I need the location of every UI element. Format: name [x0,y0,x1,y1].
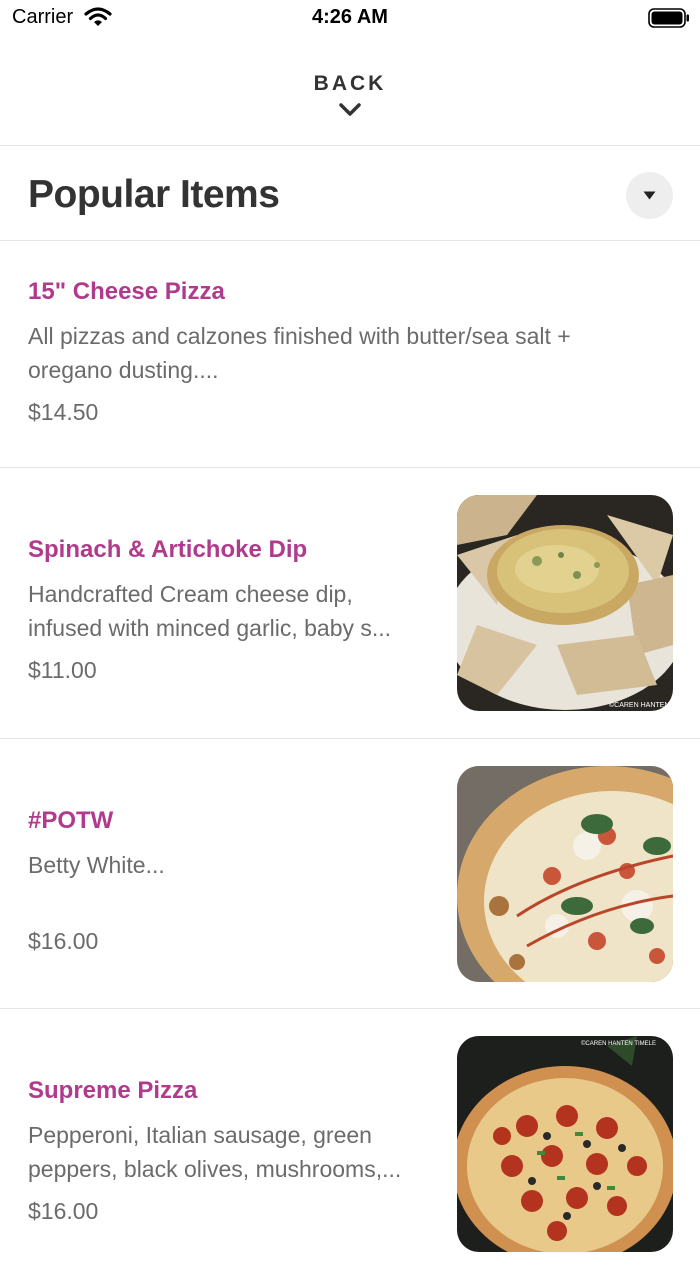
item-name: Supreme Pizza [28,1077,198,1104]
section-header: Popular Items [0,147,700,241]
menu-item[interactable]: 15" Cheese Pizza All pizzas and calzones… [0,241,700,468]
back-label: BACK [313,72,387,95]
item-description: infused with minced garlic, baby s... [28,615,392,641]
item-description: Betty White... [28,852,165,878]
photo-watermark: ©CAREN HANTEN [609,701,669,709]
section-title: Popular Items [28,173,280,216]
caret-down-icon [643,191,656,200]
back-button[interactable]: BACK [0,40,700,146]
item-description: All pizzas and calzones finished with bu… [28,323,571,383]
photo-watermark: ©CAREN HANTEN TIMELE [581,1040,656,1047]
item-price: $11.00 [28,657,97,683]
menu-item[interactable]: Spinach & Artichoke Dip Handcrafted Crea… [0,468,700,739]
menu-item[interactable]: #POTW Betty White... $16.00 [0,739,700,1009]
chevron-down-icon [339,103,361,116]
status-bar: Carrier 4:26 AM [0,0,700,40]
item-description: peppers, black olives, mushrooms,... [28,1156,402,1182]
item-description: Pepperoni, Italian sausage, green [28,1122,372,1148]
item-price: $14.50 [28,399,99,425]
item-price: $16.00 [28,928,99,954]
battery-icon [648,8,689,28]
item-photo: ©CAREN HANTEN TIMELE [457,1036,673,1252]
item-name: #POTW [28,807,114,834]
item-name: Spinach & Artichoke Dip [28,536,308,563]
item-price: $16.00 [28,1198,99,1224]
item-photo: ©CAREN HANTEN [457,495,673,711]
status-time: 4:26 AM [312,6,388,28]
menu-item[interactable]: Supreme Pizza Pepperoni, Italian sausage… [0,1009,700,1269]
item-name: 15" Cheese Pizza [28,278,225,305]
item-description: Handcrafted Cream cheese dip, [28,581,353,607]
item-photo [457,766,673,982]
collapse-toggle-button[interactable] [626,172,673,219]
